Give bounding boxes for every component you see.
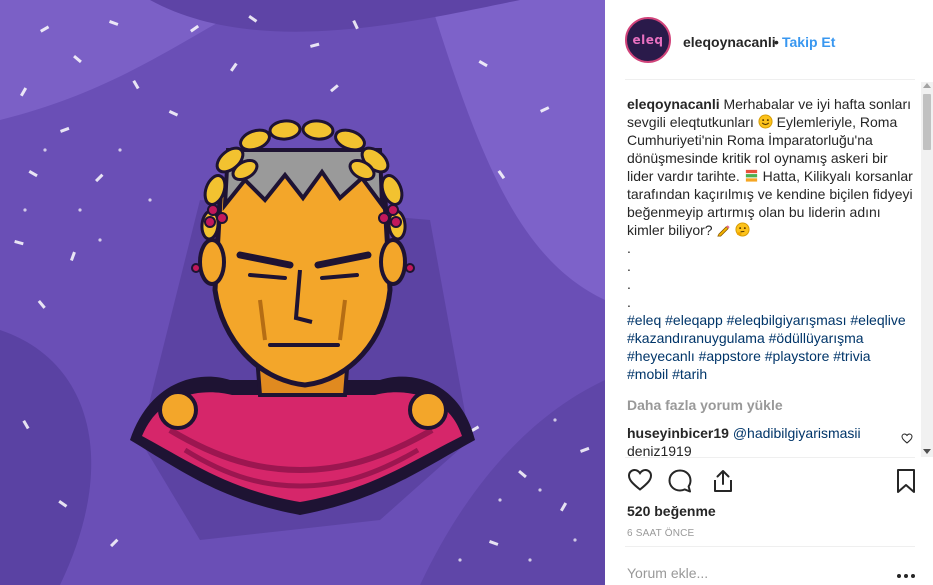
comment-icon[interactable] — [667, 468, 693, 494]
pencil-emoji-icon — [717, 225, 731, 237]
like-count[interactable]: 520 beğenme — [627, 503, 716, 519]
caption: eleqoynacanli Merhabalar ve iyi hafta so… — [627, 95, 915, 383]
avatar[interactable]: eleq — [625, 17, 671, 63]
load-more-comments-button[interactable]: Daha fazla yorum yükle — [627, 396, 915, 414]
caesar-illustration — [0, 0, 605, 585]
scroll-down-arrow-icon[interactable] — [923, 449, 931, 454]
smile-emoji-icon — [758, 114, 773, 129]
caption-dot: . — [627, 294, 631, 310]
comment-item: huseyinbicer19 @hadibilgiyarismasii deni… — [627, 424, 915, 457]
caption-dot: . — [627, 258, 631, 274]
comments-area[interactable]: eleqoynacanli Merhabalar ve iyi hafta so… — [627, 95, 915, 457]
header-username[interactable]: eleqoynacanli — [683, 34, 776, 50]
follow-button[interactable]: Takip Et — [782, 34, 835, 50]
comment-username[interactable]: huseyinbicer19 — [627, 425, 729, 441]
post-time: 6 SAAT ÖNCE — [627, 528, 695, 539]
caption-dot: . — [627, 276, 631, 292]
caption-dot: . — [627, 240, 631, 256]
more-options-icon[interactable] — [896, 574, 916, 578]
comment-like-heart-icon[interactable] — [901, 433, 913, 444]
actions-divider — [625, 457, 915, 458]
books-emoji-icon — [745, 169, 757, 182]
header-separator: • — [774, 34, 779, 50]
input-divider — [625, 546, 915, 547]
avatar-logo-text: eleq — [632, 33, 664, 47]
comment-mention[interactable]: @hadibilgiyarismasii — [733, 425, 861, 441]
post-sidebar: eleq eleqoynacanli • Takip Et eleqoynaca… — [605, 0, 933, 585]
caption-username[interactable]: eleqoynacanli — [627, 96, 720, 112]
header-divider — [625, 79, 915, 80]
post-header: eleq eleqoynacanli • Takip Et — [605, 0, 933, 80]
caption-hashtags[interactable]: #eleq #eleqapp #eleqbilgiyarışması #eleq… — [627, 311, 915, 383]
share-icon[interactable] — [711, 468, 735, 494]
bookmark-icon[interactable] — [895, 468, 917, 494]
heart-icon[interactable] — [627, 468, 653, 492]
comments-scrollbar[interactable] — [921, 82, 933, 457]
action-bar — [625, 468, 917, 496]
thinking-emoji-icon — [735, 222, 750, 237]
comment-text: deniz1919 — [627, 443, 692, 457]
scroll-thumb[interactable] — [923, 94, 931, 150]
comment-input[interactable] — [627, 565, 867, 581]
scroll-up-arrow-icon[interactable] — [923, 83, 931, 88]
post-image[interactable] — [0, 0, 605, 585]
